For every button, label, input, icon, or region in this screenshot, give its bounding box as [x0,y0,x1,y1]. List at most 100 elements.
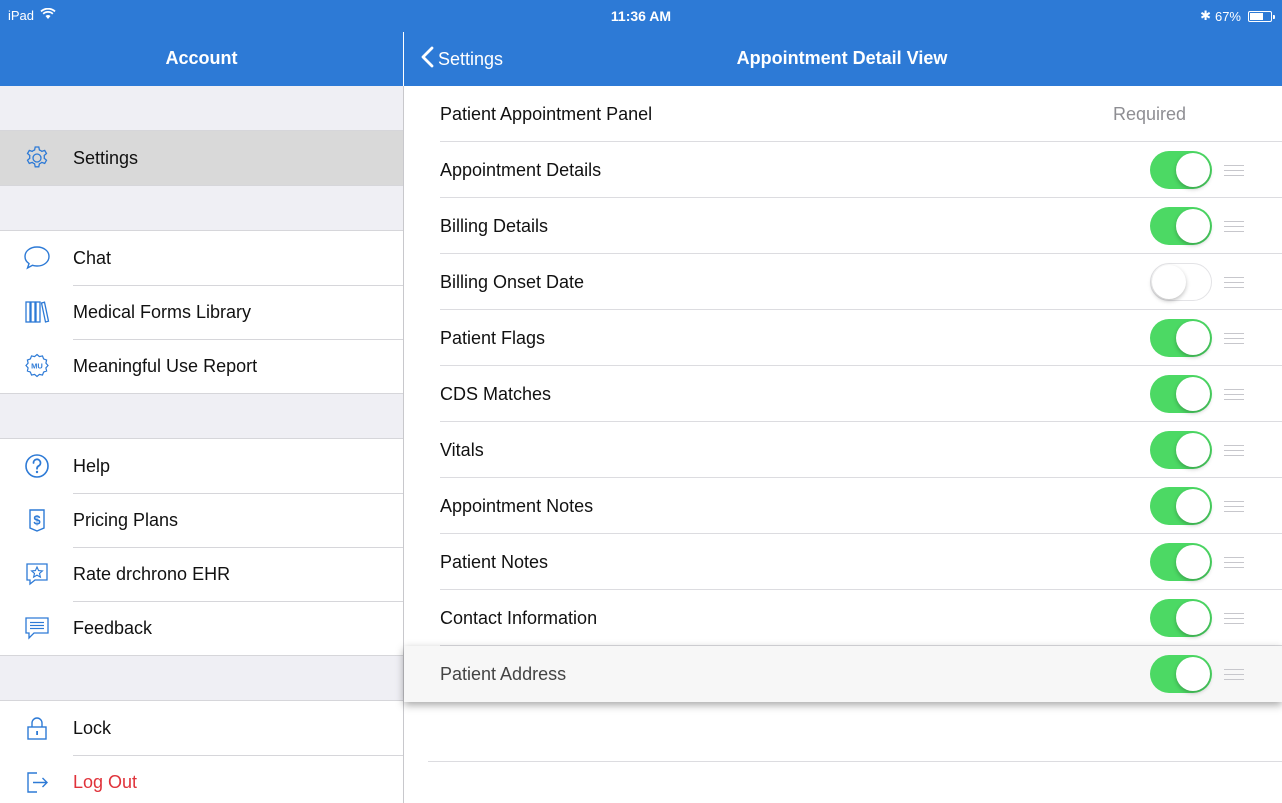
sidebar-item-chat[interactable]: Chat [0,231,403,285]
toggle-switch[interactable] [1150,599,1212,637]
dollar-icon: $ [22,505,52,535]
toggle-knob [1176,489,1210,523]
list-row: CDS Matches [404,366,1282,422]
logout-icon [22,767,52,797]
drag-handle-icon[interactable] [1224,220,1244,232]
sidebar-item-label: Help [73,455,111,476]
gear-icon [22,143,52,173]
row-label: Billing Details [440,215,549,236]
battery-percent: 67% [1214,8,1241,24]
toggle-knob [1176,321,1210,355]
mu-badge-icon: MU [22,351,52,381]
sidebar-item-label: Pricing Plans [73,509,179,530]
row-label: Appointment Notes [440,495,594,516]
sidebar-item-medical-forms[interactable]: Medical Forms Library [0,285,403,339]
row-label: Patient Appointment Panel [440,103,653,124]
sidebar-item-help[interactable]: Help [0,439,403,493]
sidebar-item-label: Meaningful Use Report [73,355,258,376]
back-button[interactable]: Settings [420,46,503,73]
drag-handle-icon[interactable] [1224,556,1244,568]
list-row: Billing Details [404,198,1282,254]
lock-icon [22,713,52,743]
drag-handle-icon[interactable] [1224,332,1244,344]
row-label: Appointment Details [440,159,602,180]
toggle-switch[interactable] [1150,151,1212,189]
drag-handle-icon[interactable] [1224,668,1244,680]
appointment-detail-list: Patient Appointment Panel Required Appoi… [404,86,1282,803]
sidebar-group-session: Lock Log Out [0,700,403,803]
question-icon [22,451,52,481]
toggle-switch[interactable] [1150,655,1212,693]
sidebar-item-feedback[interactable]: Feedback [0,601,403,655]
drag-handle-icon[interactable] [1224,500,1244,512]
toggle-switch[interactable] [1150,543,1212,581]
sidebar-item-label: Feedback [73,617,153,638]
sidebar-item-rate[interactable]: Rate drchrono EHR [0,547,403,601]
detail-navbar: Settings Appointment Detail View [404,32,1282,86]
sidebar-item-settings[interactable]: Settings [0,131,403,185]
group-spacer [0,186,403,230]
status-left: iPad [8,7,56,23]
drag-handle-icon[interactable] [1224,164,1244,176]
list-row: Contact Information [404,590,1282,646]
bluetooth-icon: ✱ [1200,8,1211,23]
toggle-knob [1176,209,1210,243]
sidebar-item-meaningful-use[interactable]: MU Meaningful Use Report [0,339,403,393]
toggle-switch[interactable] [1150,263,1212,301]
sidebar-group-support: Help $ Pricing Plans Rate drchrono EHR F… [0,438,403,656]
star-icon [22,559,52,589]
drag-handle-icon[interactable] [1224,388,1244,400]
toggle-switch[interactable] [1150,375,1212,413]
row-label: Vitals [440,439,484,460]
sidebar-title: Account [165,48,238,68]
sidebar-group-settings: Settings [0,130,403,186]
group-spacer [0,656,403,700]
list-row: Patient Address [404,646,1282,702]
required-status: Required [1112,103,1186,124]
drag-handle-icon[interactable] [1224,276,1244,288]
toggle-switch[interactable] [1150,487,1212,525]
group-spacer [0,86,403,130]
sidebar-navbar: Account [0,32,403,86]
sidebar-item-label: Medical Forms Library [73,301,252,322]
list-row: Appointment Details [404,142,1282,198]
row-label: Patient Address [440,663,567,684]
sidebar-item-label: Rate drchrono EHR [73,563,231,584]
sidebar-item-lock[interactable]: Lock [0,701,403,755]
sidebar-item-pricing[interactable]: $ Pricing Plans [0,493,403,547]
books-icon [22,297,52,327]
mu-badge-text: MU [31,361,43,370]
back-button-label: Settings [438,49,504,69]
status-time: 11:36 AM [610,8,672,24]
row-label: Patient Flags [440,327,546,348]
chat-bubble-icon [22,243,52,273]
toggle-switch[interactable] [1150,207,1212,245]
list-row: Vitals [404,422,1282,478]
sidebar-item-label: Settings [73,147,139,168]
sidebar-item-logout[interactable]: Log Out [0,755,403,803]
toggle-knob [1176,657,1210,691]
toggle-knob [1176,153,1210,187]
list-row: Patient Flags [404,310,1282,366]
toggle-knob [1176,601,1210,635]
toggle-rows: Appointment Details Billing Details Billin… [404,142,1282,702]
toggle-knob [1176,377,1210,411]
list-row: Appointment Notes [404,478,1282,534]
drag-handle-icon[interactable] [1224,612,1244,624]
toggle-knob [1152,265,1186,299]
list-row: Patient Notes [404,534,1282,590]
drag-handle-icon[interactable] [1224,444,1244,456]
battery-icon [1248,10,1275,22]
group-spacer [0,394,403,438]
chevron-left-icon [420,46,434,73]
list-row: Billing Onset Date [404,254,1282,310]
row-label: Contact Information [440,607,598,628]
sidebar-item-label: Lock [73,717,112,738]
toggle-switch[interactable] [1150,319,1212,357]
sidebar-item-label: Log Out [73,771,138,792]
toggle-switch[interactable] [1150,431,1212,469]
row-label: Billing Onset Date [440,271,585,292]
status-right: ✱ 67% [1200,8,1275,24]
sidebar: Settings Chat Medical Forms Library MU M… [0,86,403,803]
toggle-knob [1176,545,1210,579]
